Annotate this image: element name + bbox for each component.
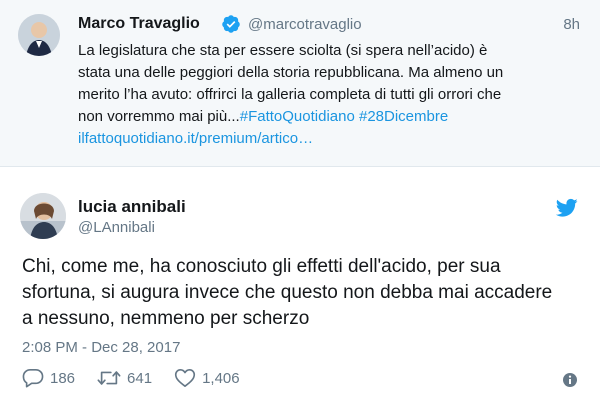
- quoted-text-line: La legislatura che sta per essere sciolt…: [78, 42, 488, 59]
- quoted-text-line: stata una delle peggiori della storia re…: [78, 64, 504, 81]
- quoted-author-handle[interactable]: @marcotravaglio: [248, 16, 362, 33]
- retweet-button[interactable]: 641: [97, 368, 152, 388]
- tweet-text-line: sfortuna, si augura invece che questo no…: [22, 282, 553, 303]
- author-name[interactable]: lucia annibali: [78, 197, 186, 217]
- like-button[interactable]: 1,406: [174, 368, 240, 388]
- quoted-tweet-time[interactable]: 8h: [563, 16, 580, 33]
- heart-icon: [174, 369, 196, 387]
- reply-button[interactable]: 186: [22, 368, 75, 388]
- tweet-text-line: Chi, come me, ha conosciuto gli effetti …: [22, 256, 501, 277]
- verified-badge-icon: [222, 15, 240, 33]
- author-avatar[interactable]: [20, 193, 66, 239]
- hashtag-link[interactable]: #FattoQuotidiano: [240, 108, 355, 125]
- tweet-timestamp[interactable]: 2:08 PM - Dec 28, 2017: [22, 339, 180, 356]
- quoted-author-name[interactable]: Marco Travaglio: [78, 15, 200, 33]
- retweet-count: 641: [127, 369, 153, 387]
- twitter-bird-icon[interactable]: [556, 198, 578, 218]
- info-icon[interactable]: [562, 372, 578, 388]
- author-handle[interactable]: @LAnnibali: [78, 219, 155, 236]
- retweet-icon: [97, 371, 121, 385]
- tweet-text-line: a nessuno, nemmeno per scherzo: [22, 308, 310, 329]
- quoted-author-avatar[interactable]: [18, 14, 60, 56]
- like-count: 1,406: [202, 369, 240, 387]
- quoted-avatar-image: [18, 14, 60, 56]
- reply-count: 186: [50, 369, 76, 387]
- tweet-actions: 186 641 1,406: [22, 368, 262, 388]
- quoted-text-line: merito l’ha avuto: offrirci la galleria …: [78, 86, 502, 103]
- article-link[interactable]: ilfattoquotidiano.it/premium/artico…: [78, 128, 583, 150]
- author-avatar-image: [20, 193, 66, 239]
- hashtag-link[interactable]: #28Dicembre: [359, 108, 448, 125]
- tweet-text: Chi, come me, ha conosciuto gli effetti …: [22, 254, 587, 332]
- quoted-tweet-text: La legislatura che sta per essere sciolt…: [78, 40, 583, 150]
- quoted-text-fragment: non vorremmo mai più...: [78, 108, 240, 125]
- quoted-tweet-card[interactable]: Marco Travaglio @marcotravaglio 8h La le…: [0, 0, 600, 167]
- quoted-text-line-last: non vorremmo mai più...#FattoQuotidiano …: [78, 106, 583, 128]
- reply-icon: [22, 369, 44, 388]
